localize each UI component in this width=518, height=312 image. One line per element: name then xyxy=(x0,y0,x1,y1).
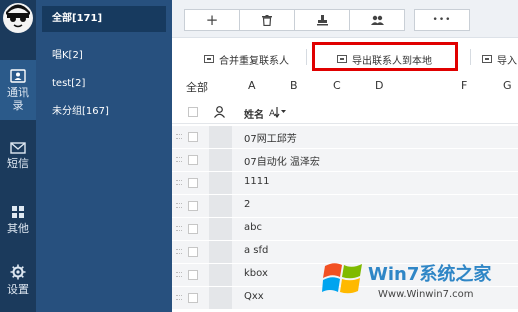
divider xyxy=(306,49,307,65)
contact-avatar xyxy=(209,172,232,194)
rail-item-label: 其他 xyxy=(7,222,29,235)
table-row[interactable]: abc xyxy=(172,218,518,241)
avatar-image xyxy=(4,4,32,32)
toolbar: + ••• xyxy=(172,0,518,38)
contact-name[interactable]: 1111 xyxy=(244,176,269,187)
row-checkbox[interactable] xyxy=(188,247,198,257)
nav-rail: 通讯录 短信 其他 设置 xyxy=(0,0,36,312)
contact-name[interactable]: a sfd xyxy=(244,245,268,256)
contact-name[interactable]: 07自动化 温泽宏 xyxy=(244,153,320,168)
merge-label: 合并重复联系人 xyxy=(219,55,289,67)
row-checkbox[interactable] xyxy=(188,178,198,188)
drag-handle[interactable] xyxy=(176,270,182,280)
contact-avatar xyxy=(209,287,232,309)
import-contacts-button[interactable]: 导入 xyxy=(482,49,517,69)
rail-item-label: 短信 xyxy=(7,157,29,170)
filter-letter-c[interactable]: C xyxy=(333,79,341,92)
row-checkbox[interactable] xyxy=(188,293,198,303)
filter-letter-f[interactable]: F xyxy=(461,79,467,92)
group-sidebar: 全部[171] 唱K[2] test[2] 未分组[167] xyxy=(36,0,172,312)
import-label: 导入 xyxy=(497,55,517,67)
contact-name[interactable]: abc xyxy=(244,222,262,233)
table-row[interactable]: 07网工邱芳 xyxy=(172,126,518,149)
drag-handle[interactable] xyxy=(176,132,182,142)
rail-item-settings[interactable]: 设置 xyxy=(0,250,36,310)
drag-handle[interactable] xyxy=(176,224,182,234)
drag-handle[interactable] xyxy=(176,178,182,188)
contact-avatar xyxy=(209,218,232,240)
filter-letter-g[interactable]: G xyxy=(503,79,512,92)
gear-icon xyxy=(10,264,26,280)
row-checkbox[interactable] xyxy=(188,132,198,142)
row-checkbox[interactable] xyxy=(188,155,198,165)
filter-letter-b[interactable]: B xyxy=(290,79,298,92)
watermark-title: Win7系统之家 xyxy=(368,264,492,285)
more-button[interactable]: ••• xyxy=(414,9,470,31)
drag-handle[interactable] xyxy=(176,293,182,303)
svg-text:A: A xyxy=(269,109,276,118)
filter-letter-d[interactable]: D xyxy=(375,79,383,92)
drag-handle[interactable] xyxy=(176,201,182,211)
table-row[interactable]: 2 xyxy=(172,195,518,218)
merge-duplicates-button[interactable]: 合并重复联系人 xyxy=(204,49,289,69)
drag-handle[interactable] xyxy=(176,155,182,165)
filter-letter-a[interactable]: A xyxy=(248,79,256,92)
row-checkbox[interactable] xyxy=(188,270,198,280)
rail-item-contacts[interactable]: 通讯录 xyxy=(0,60,36,120)
contacts-app: 通讯录 短信 其他 设置 全部[171] 唱K[2] test[2] 未分组[1… xyxy=(0,0,518,312)
drag-handle[interactable] xyxy=(176,247,182,257)
rail-item-sms[interactable]: 短信 xyxy=(0,126,36,186)
table-header: 姓名 A xyxy=(172,100,518,124)
group-test[interactable]: test[2] xyxy=(42,71,166,97)
contact-avatar xyxy=(209,126,232,148)
filter-all[interactable]: 全部 xyxy=(186,79,208,95)
contact-name[interactable]: kbox xyxy=(244,268,268,279)
rail-item-label: 设置 xyxy=(7,283,29,296)
highlight-box xyxy=(312,42,458,71)
watermark-url: Www.Winwin7.com xyxy=(378,289,474,300)
mail-icon xyxy=(10,142,26,154)
windows-logo-icon xyxy=(322,263,362,294)
grid-icon xyxy=(12,206,24,218)
add-contact-button[interactable]: + xyxy=(184,9,240,31)
row-checkbox[interactable] xyxy=(188,201,198,211)
rail-item-label: 通讯录 xyxy=(7,85,29,112)
stamp-icon xyxy=(316,14,328,25)
contact-name[interactable]: Qxx xyxy=(244,291,264,302)
select-all-checkbox[interactable] xyxy=(188,107,198,117)
import-icon xyxy=(482,55,492,63)
rail-item-other[interactable]: 其他 xyxy=(0,190,36,250)
group-all[interactable]: 全部[171] xyxy=(42,6,166,32)
avatar[interactable] xyxy=(3,3,33,33)
contact-avatar xyxy=(209,264,232,286)
trash-icon xyxy=(262,14,272,26)
merge-icon xyxy=(204,55,214,63)
more-icon: ••• xyxy=(432,15,452,25)
group-karaoke[interactable]: 唱K[2] xyxy=(42,43,166,69)
delete-button[interactable] xyxy=(239,9,295,31)
table-row[interactable]: 07自动化 温泽宏 xyxy=(172,149,518,172)
alphabet-filter: 全部 A B C D F G xyxy=(172,76,518,98)
stamp-button[interactable] xyxy=(294,9,350,31)
sort-icon[interactable]: A xyxy=(269,106,287,118)
contact-avatar xyxy=(209,149,232,171)
people-icon xyxy=(370,15,384,25)
row-checkbox[interactable] xyxy=(188,224,198,234)
contact-avatar xyxy=(209,241,232,263)
contacts-icon xyxy=(10,68,26,83)
table-row[interactable]: 1111 xyxy=(172,172,518,195)
contact-avatar xyxy=(209,195,232,217)
group-ungrouped[interactable]: 未分组[167] xyxy=(42,99,166,125)
contact-name[interactable]: 2 xyxy=(244,199,250,210)
divider xyxy=(470,49,471,65)
contact-name[interactable]: 07网工邱芳 xyxy=(244,130,297,145)
plus-icon: + xyxy=(205,10,219,29)
group-members-button[interactable] xyxy=(349,9,405,31)
name-column-header[interactable]: 姓名 xyxy=(244,106,264,121)
watermark: Win7系统之家 Www.Winwin7.com xyxy=(320,256,518,312)
person-icon xyxy=(214,106,225,118)
